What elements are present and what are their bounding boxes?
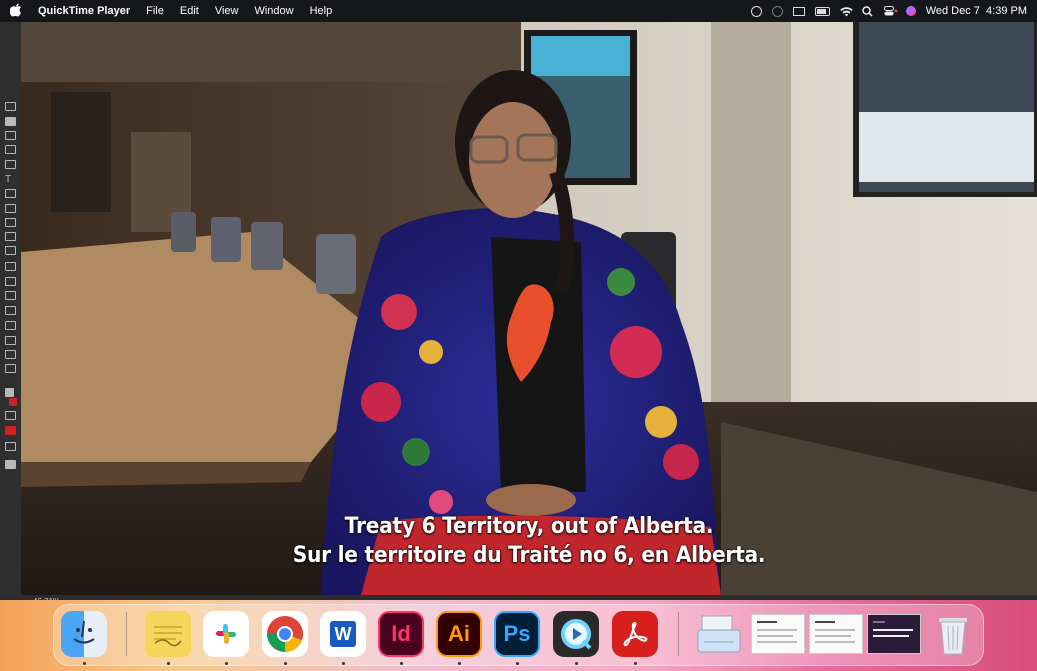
tool-gap-icon[interactable] (5, 145, 16, 154)
menu-window[interactable]: Window (254, 5, 293, 17)
indesign-icon: Id (391, 621, 411, 646)
stickies-icon (154, 626, 182, 647)
tool-rectangle-icon[interactable] (5, 246, 16, 255)
trash-icon (939, 618, 967, 655)
stroke-color-icon[interactable] (9, 398, 17, 406)
tool-direct-selection-icon[interactable] (5, 117, 16, 126)
tool-zoom-icon[interactable] (5, 364, 16, 373)
screen-mirroring-icon[interactable] (792, 6, 805, 16)
menu-app-name[interactable]: QuickTime Player (38, 5, 130, 17)
dock-running-indicator (516, 662, 519, 665)
dock-acrobat[interactable] (612, 611, 658, 657)
control-center-icon[interactable] (883, 6, 898, 16)
dock-separator (678, 612, 679, 656)
photoshop-icon: Ps (503, 621, 531, 646)
dock-illustrator[interactable]: Ai (436, 611, 482, 657)
tool-gradient-swatch-icon[interactable] (5, 291, 16, 300)
dock-running-indicator (634, 662, 637, 665)
chrome-icon (267, 616, 303, 652)
menubar-clock[interactable]: Wed Dec 7 4:39 PM (926, 5, 1027, 17)
acrobat-icon (623, 621, 648, 647)
dock-running-indicator (167, 662, 170, 665)
folder-stack-icon (697, 615, 741, 653)
dock-chrome[interactable] (262, 611, 308, 657)
search-icon[interactable] (861, 6, 874, 17)
dock-separator (126, 612, 127, 656)
dock-running-indicator (458, 662, 461, 665)
tool-scissors-icon[interactable] (5, 262, 16, 271)
tool-gradient-feather-icon[interactable] (5, 306, 16, 315)
caption-line-english: Treaty 6 Territory, out of Alberta. (344, 514, 714, 539)
quicktime-icon (561, 619, 592, 650)
caption-line-french: Sur le territoire du Traité no 6, en Alb… (292, 543, 766, 568)
tool-free-transform-icon[interactable] (5, 277, 16, 286)
tool-content-collector-icon[interactable] (5, 160, 16, 169)
tool-rectangle-frame-icon[interactable] (5, 232, 16, 241)
tool-pencil-icon[interactable] (5, 218, 16, 227)
apple-menu-icon[interactable] (9, 3, 24, 20)
screen-mode-icon[interactable] (5, 442, 16, 451)
dock-running-indicator (83, 662, 86, 665)
tool-note-icon[interactable] (5, 321, 16, 330)
menu-view[interactable]: View (215, 5, 239, 17)
finder-icon (73, 620, 95, 644)
dock-running-indicator (575, 662, 578, 665)
word-icon: W (330, 621, 356, 647)
tools-panel: T (0, 22, 22, 597)
dock-indesign[interactable]: Id (378, 611, 424, 657)
creative-cloud-icon[interactable] (750, 5, 762, 17)
dock-running-indicator (400, 662, 403, 665)
formatting-container-icon[interactable] (5, 411, 16, 420)
dock-trash[interactable] (930, 611, 976, 657)
menu-file[interactable]: File (146, 5, 164, 17)
dock-finder[interactable] (61, 611, 107, 657)
menu-help[interactable]: Help (310, 5, 333, 17)
siri-icon[interactable] (905, 6, 916, 16)
tool-type-icon[interactable]: T (5, 175, 16, 185)
video-player[interactable]: Treaty 6 Territory, out of Alberta. Sur … (21, 22, 1037, 595)
preview-mode-icon[interactable] (5, 460, 16, 469)
tool-line-icon[interactable] (5, 189, 16, 198)
tool-selection-icon[interactable] (5, 102, 16, 111)
menu-edit[interactable]: Edit (180, 5, 199, 17)
video-frame (21, 22, 1037, 595)
caption-track: Treaty 6 Territory, out of Alberta. Sur … (21, 512, 1037, 570)
dock-stickies[interactable] (145, 611, 191, 657)
dock-slack[interactable] (203, 611, 249, 657)
sync-status-icon[interactable] (771, 5, 783, 17)
dock-running-indicator (284, 662, 287, 665)
battery-icon[interactable] (814, 6, 830, 16)
tool-pen-icon[interactable] (5, 204, 16, 213)
illustrator-icon: Ai (448, 621, 470, 646)
dock-downloads-stack[interactable] (696, 611, 742, 657)
tool-eyedropper-icon[interactable] (5, 336, 16, 345)
dock-word[interactable]: W (320, 611, 366, 657)
minimized-window-1[interactable] (751, 614, 805, 654)
apply-color-icon[interactable] (5, 426, 16, 435)
wifi-icon[interactable] (840, 6, 853, 17)
dock-quicktime[interactable] (553, 611, 599, 657)
dock-running-indicator (342, 662, 345, 665)
menu-bar: QuickTime Player File Edit View Window H… (0, 0, 1037, 22)
dock-running-indicator (225, 662, 228, 665)
tool-hand-icon[interactable] (5, 350, 16, 359)
dock-photoshop[interactable]: Ps (494, 611, 540, 657)
minimized-window-3[interactable] (867, 614, 921, 654)
fill-stroke-swatch-icon[interactable] (5, 388, 14, 397)
minimized-window-2[interactable] (809, 614, 863, 654)
slack-icon (216, 624, 236, 644)
tool-page-icon[interactable] (5, 131, 16, 140)
